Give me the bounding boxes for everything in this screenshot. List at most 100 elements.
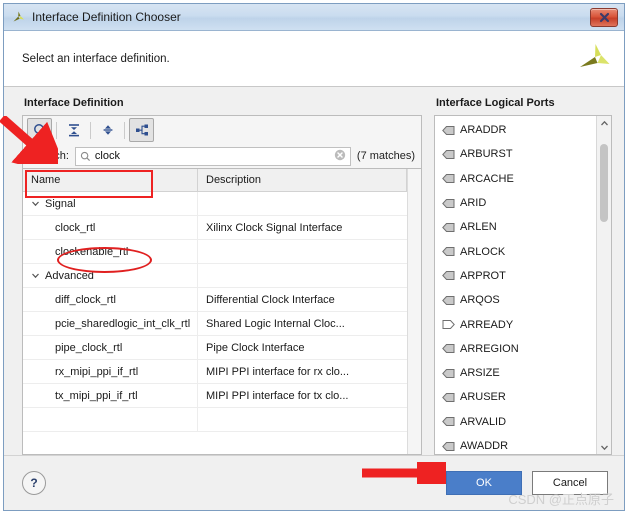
port-name: ARVALID [460,415,507,428]
hierarchy-icon [135,124,148,136]
list-item[interactable]: ARVALID [435,410,596,434]
table-row[interactable]: Signal [23,192,407,216]
port-input-icon [442,198,455,209]
port-input-icon [442,368,455,379]
expand-all-button[interactable] [95,118,120,142]
list-item[interactable]: ARID [435,191,596,215]
help-button[interactable]: ? [22,471,46,495]
scroll-down-button[interactable] [597,440,611,454]
port-input-icon [442,173,455,184]
expand-all-icon [103,125,112,135]
list-item[interactable]: ARBURST [435,142,596,166]
tree-header-row: Name Description [23,169,407,192]
table-row[interactable]: pipe_clock_rtl Pipe Clock Interface [23,336,407,360]
port-name: ARADDR [460,124,507,137]
table-row[interactable] [23,408,407,432]
list-item[interactable]: ARADDR [435,118,596,142]
list-item[interactable]: ARQOS [435,288,596,312]
collapse-all-icon [68,124,79,137]
toolbar-separator [124,121,125,139]
tree-vertical-scrollbar[interactable] [407,169,421,454]
search-input[interactable]: clock [74,146,351,166]
list-item[interactable]: ARLOCK [435,239,596,263]
port-name: ARPROT [460,269,506,282]
table-row[interactable]: clock_rtl Xilinx Clock Signal Interface [23,216,407,240]
port-name: AWADDR [460,440,509,452]
match-count-label: (7 matches) [356,150,415,162]
close-button[interactable] [590,7,618,27]
tree-item-cell[interactable]: clock_rtl [23,216,198,239]
port-input-icon [442,246,455,257]
table-row[interactable]: Advanced [23,264,407,288]
close-icon [599,12,609,22]
port-name: ARSIZE [460,367,500,380]
row-description [198,264,407,287]
toolbar-separator [90,121,91,139]
scrollbar-thumb[interactable] [600,144,608,222]
header-band: Select an interface definition. [4,31,624,87]
chevron-down-icon[interactable] [29,199,41,208]
row-name: Signal [45,197,76,210]
magnifier-icon [33,124,46,137]
tree-item-cell[interactable] [23,408,198,431]
row-description [198,408,407,431]
tree-item-cell[interactable]: rx_mipi_ppi_if_rtl [23,360,198,383]
list-item[interactable]: ARLEN [435,215,596,239]
xilinx-logo [578,42,612,76]
list-item[interactable]: ARPROT [435,264,596,288]
interface-definition-pane: Interface Definition Search: clock (7 ma… [22,97,422,455]
row-name: pipe_clock_rtl [55,341,123,354]
vivado-app-icon [11,10,26,25]
table-row[interactable]: pcie_sharedlogic_int_clk_rtl Shared Logi… [23,312,407,336]
logical-ports-box: ARADDR ARBURST ARCACHE ARID ARLEN ARLOCK… [434,115,612,455]
collapse-all-button[interactable] [61,118,86,142]
table-row[interactable]: clockenable_rtl [23,240,407,264]
dialog-footer: ? OK Cancel CSDN @正点原子 [4,455,624,510]
instruction-text: Select an interface definition. [22,52,170,65]
interface-definition-box: Search: clock (7 matches) Name Descripti… [22,115,422,455]
ok-button[interactable]: OK [446,471,522,495]
tree-group-cell[interactable]: Advanced [23,264,198,287]
port-input-icon [442,392,455,403]
port-name: ARREADY [460,318,514,331]
port-name: ARBURST [460,148,513,161]
list-item[interactable]: ARUSER [435,385,596,409]
table-row[interactable]: tx_mipi_ppi_if_rtl MIPI PPI interface fo… [23,384,407,408]
tree-toolbar [22,115,422,144]
scrollbar-track[interactable] [597,130,611,440]
list-item[interactable]: ARCACHE [435,167,596,191]
list-item[interactable]: ARSIZE [435,361,596,385]
tree-group-cell[interactable]: Signal [23,192,198,215]
column-header-name[interactable]: Name [23,169,198,191]
list-item[interactable]: AWADDR [435,434,596,454]
port-name: ARUSER [460,391,506,404]
row-description: MIPI PPI interface for tx clo... [206,389,349,402]
row-name: clockenable_rtl [55,245,129,258]
list-item[interactable]: ARREADY [435,312,596,336]
tree-item-cell[interactable]: tx_mipi_ppi_if_rtl [23,384,198,407]
row-name: tx_mipi_ppi_if_rtl [55,389,138,402]
scroll-up-button[interactable] [597,116,611,130]
table-row[interactable]: rx_mipi_ppi_if_rtl MIPI PPI interface fo… [23,360,407,384]
tree-table: Name Description Signal clock_rtl Xilinx… [23,169,407,454]
tree-item-cell[interactable]: diff_clock_rtl [23,288,198,311]
list-item[interactable]: ARREGION [435,337,596,361]
row-description: Pipe Clock Interface [206,341,305,354]
column-header-description[interactable]: Description [198,169,407,191]
clear-search-icon[interactable] [334,149,346,164]
row-name: Advanced [45,269,94,282]
chevron-up-icon [600,120,608,125]
tree-item-cell[interactable]: pcie_sharedlogic_int_clk_rtl [23,312,198,335]
table-row[interactable]: diff_clock_rtl Differential Clock Interf… [23,288,407,312]
row-description: Differential Clock Interface [206,293,335,306]
row-name: diff_clock_rtl [55,293,116,306]
ports-vertical-scrollbar[interactable] [596,116,611,454]
chevron-down-icon[interactable] [29,271,41,280]
port-name: ARREGION [460,342,519,355]
tree-view-button[interactable] [129,118,154,142]
tree-item-cell[interactable]: pipe_clock_rtl [23,336,198,359]
row-name: pcie_sharedlogic_int_clk_rtl [55,317,191,330]
cancel-button[interactable]: Cancel [532,471,608,495]
tree-item-cell[interactable]: clockenable_rtl [23,240,198,263]
search-toggle-button[interactable] [27,118,52,142]
